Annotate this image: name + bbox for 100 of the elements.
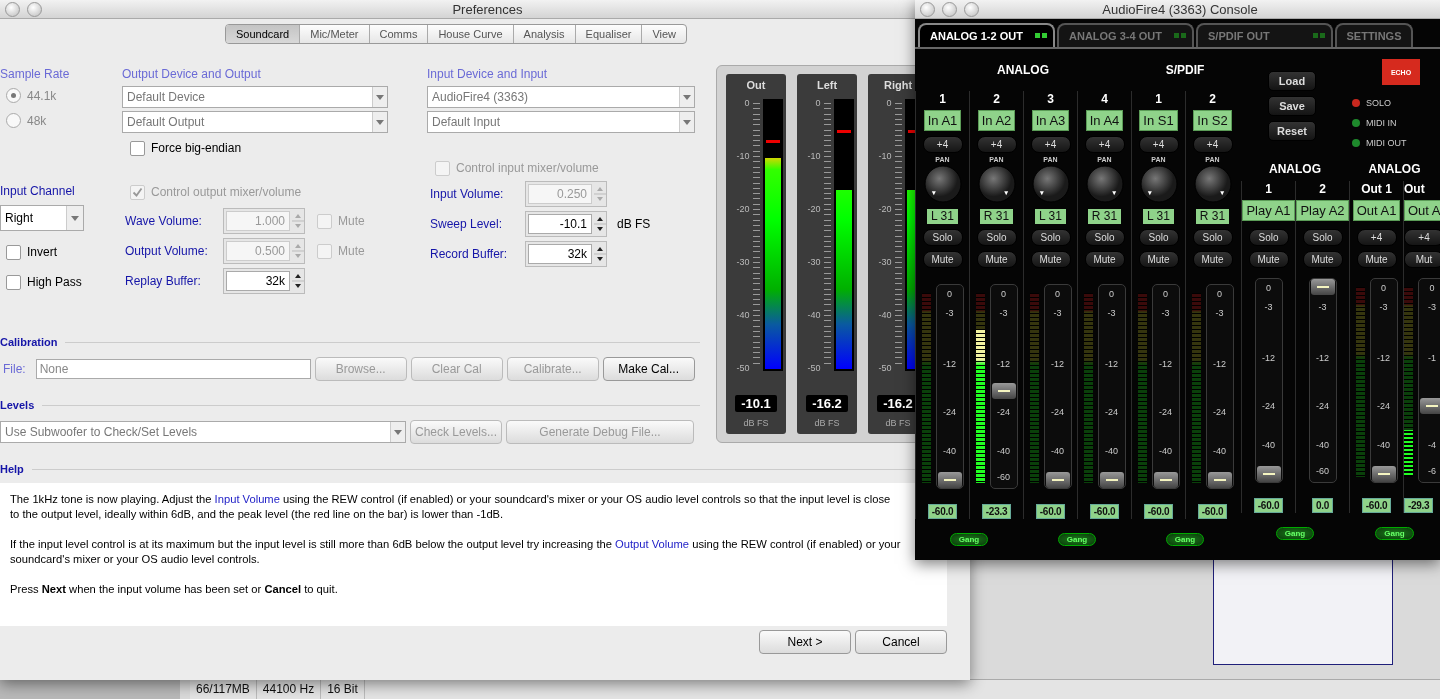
link[interactable]: Output Volume — [615, 538, 690, 550]
solo-button[interactable]: Solo — [1030, 229, 1071, 246]
tab[interactable]: S/PDIF OUT — [1196, 23, 1333, 47]
solo-button[interactable]: Solo — [976, 229, 1017, 246]
solo-button[interactable]: Solo — [1248, 229, 1289, 246]
checkbox-label[interactable]: Force big-endian — [151, 141, 242, 155]
tab[interactable]: Equaliser — [575, 25, 643, 43]
window-control-icon[interactable] — [920, 1, 935, 17]
window-control-icon[interactable] — [964, 1, 979, 17]
gain-button[interactable]: +4 — [922, 136, 963, 153]
window-control-icon[interactable] — [942, 1, 957, 17]
mute-button[interactable]: Mute — [1030, 251, 1071, 268]
gang-button[interactable]: Gang — [1375, 527, 1414, 540]
pan-knob[interactable] — [1085, 165, 1124, 203]
fader-thumb[interactable] — [1207, 472, 1232, 488]
channel-number: 2 — [993, 91, 1000, 107]
scale-label: -24 — [996, 407, 1011, 418]
action-button[interactable]: Load — [1268, 71, 1316, 91]
tab[interactable]: Comms — [369, 25, 429, 43]
pan-knob[interactable] — [1031, 165, 1070, 203]
gang-button[interactable]: Gang — [1165, 533, 1205, 546]
number-field[interactable]: -10.1 — [525, 211, 607, 237]
dropdown[interactable]: Default Input — [427, 111, 695, 133]
mute-button[interactable]: Mute — [1138, 251, 1179, 268]
fader-thumb[interactable] — [991, 383, 1016, 399]
window-control-icon[interactable] — [5, 1, 20, 17]
pan-knob[interactable] — [1139, 165, 1178, 203]
button[interactable]: Cancel — [855, 630, 947, 654]
pan-knob[interactable] — [1193, 165, 1232, 203]
tab[interactable]: View — [642, 25, 687, 43]
checkbox-label[interactable]: Invert — [27, 245, 57, 259]
mute-button[interactable]: Mute — [1248, 251, 1289, 268]
scale-label: -20 — [878, 204, 892, 214]
fader-thumb[interactable] — [1153, 472, 1178, 488]
solo-button[interactable]: Solo — [922, 229, 963, 246]
pan-knob[interactable] — [977, 165, 1016, 203]
checkbox[interactable] — [130, 140, 145, 156]
dropdown[interactable]: Default Output — [122, 111, 388, 133]
fader-thumb[interactable] — [1045, 472, 1070, 488]
tab[interactable]: ANALOG 1-2 OUT — [918, 23, 1055, 47]
fader-thumb[interactable] — [1371, 466, 1396, 482]
pan-reading: L 31 — [927, 209, 958, 224]
action-button[interactable]: Save — [1268, 96, 1316, 116]
solo-button[interactable]: Solo — [1302, 229, 1343, 246]
fader-thumb[interactable] — [1256, 466, 1281, 482]
fader-thumb[interactable] — [937, 472, 962, 488]
scale-label: -3 — [1263, 301, 1274, 312]
checkbox[interactable] — [6, 274, 21, 290]
dropdown[interactable]: Default Device — [122, 86, 388, 108]
number-field[interactable]: 32k — [525, 241, 607, 267]
fader-thumb[interactable] — [1310, 279, 1335, 295]
action-button[interactable]: Reset — [1268, 121, 1316, 141]
gain-button[interactable]: +4 — [1084, 136, 1125, 153]
status-label: MIDI IN — [1366, 118, 1397, 128]
mute-button[interactable]: Mute — [922, 251, 963, 268]
radio-button[interactable] — [6, 88, 21, 103]
mute-button[interactable]: Mut — [1404, 251, 1440, 268]
mute-button[interactable]: Mute — [1192, 251, 1233, 268]
gain-button[interactable]: +4 — [1138, 136, 1179, 153]
fader-thumb[interactable] — [1099, 472, 1124, 488]
dropdown[interactable]: AudioFire4 (3363) — [427, 86, 695, 108]
gang-button[interactable]: Gang — [1057, 533, 1097, 546]
mute-button[interactable]: Mute — [1084, 251, 1125, 268]
checkbox[interactable] — [6, 244, 21, 260]
tab[interactable]: Soundcard — [226, 25, 301, 43]
gang-button[interactable]: Gang — [1275, 527, 1315, 540]
mute-button[interactable]: Mute — [1302, 251, 1343, 268]
section-heading: Levels — [0, 399, 35, 411]
channel-number: 3 — [1047, 91, 1054, 107]
mute-button[interactable]: Mute — [1356, 251, 1397, 268]
solo-button[interactable]: Solo — [1084, 229, 1125, 246]
tab[interactable]: Mic/Meter — [300, 25, 370, 43]
gain-button[interactable]: +4 — [976, 136, 1017, 153]
gain-button[interactable]: +4 — [1030, 136, 1071, 153]
gang-button[interactable]: Gang — [949, 533, 989, 546]
window-control-icon[interactable] — [27, 1, 42, 17]
gain-button[interactable]: +4 — [1356, 229, 1397, 246]
link[interactable]: Input Volume — [214, 493, 280, 505]
tab[interactable]: ANALOG 3-4 OUT — [1057, 23, 1194, 47]
tab[interactable]: SETTINGS — [1335, 23, 1413, 47]
pan-knob[interactable] — [923, 165, 962, 203]
fader-thumb[interactable] — [1420, 397, 1440, 414]
gain-button[interactable]: +4 — [1192, 136, 1233, 153]
channel-number: 4 — [1101, 91, 1108, 107]
file-field[interactable]: None — [35, 359, 311, 379]
tab[interactable]: House Curve — [428, 25, 514, 43]
scale-label: -20 — [807, 204, 821, 214]
dropdown[interactable]: Use Subwoofer to Check/Set Levels — [0, 421, 406, 443]
scale-label: -40 — [878, 310, 892, 320]
dropdown[interactable]: Right — [0, 205, 84, 231]
mute-button[interactable]: Mute — [976, 251, 1017, 268]
radio-button[interactable] — [6, 113, 21, 128]
number-field[interactable]: 32k — [223, 268, 305, 294]
solo-button[interactable]: Solo — [1192, 229, 1233, 246]
solo-button[interactable]: Solo — [1138, 229, 1179, 246]
tab[interactable]: Analysis — [513, 25, 576, 43]
gain-button[interactable]: +4 — [1404, 229, 1440, 246]
checkbox-label[interactable]: High Pass — [27, 275, 82, 289]
button[interactable]: Make Cal... — [602, 357, 695, 381]
button[interactable]: Next > — [759, 630, 851, 654]
